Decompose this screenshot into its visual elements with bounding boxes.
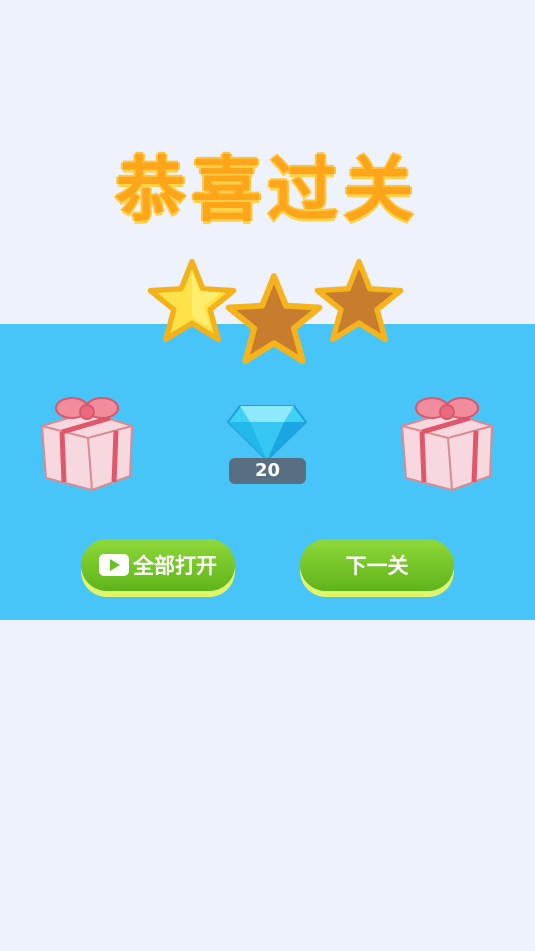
open-all-button[interactable]: 全部打开: [81, 539, 235, 591]
star-icon-3-empty: [314, 258, 404, 343]
open-all-label: 全部打开: [133, 554, 217, 578]
video-play-icon: [99, 554, 129, 576]
next-level-label: 下一关: [345, 554, 409, 578]
gift-box-icon-right[interactable]: [394, 386, 500, 492]
level-complete-title: 恭喜过关: [115, 149, 420, 231]
star-icon-2-empty: [225, 272, 323, 365]
next-level-button[interactable]: 下一关: [300, 539, 454, 591]
gift-box-icon-left[interactable]: [34, 386, 140, 492]
diamond-icon: [226, 405, 308, 462]
gem-count-badge: 20: [229, 458, 306, 484]
